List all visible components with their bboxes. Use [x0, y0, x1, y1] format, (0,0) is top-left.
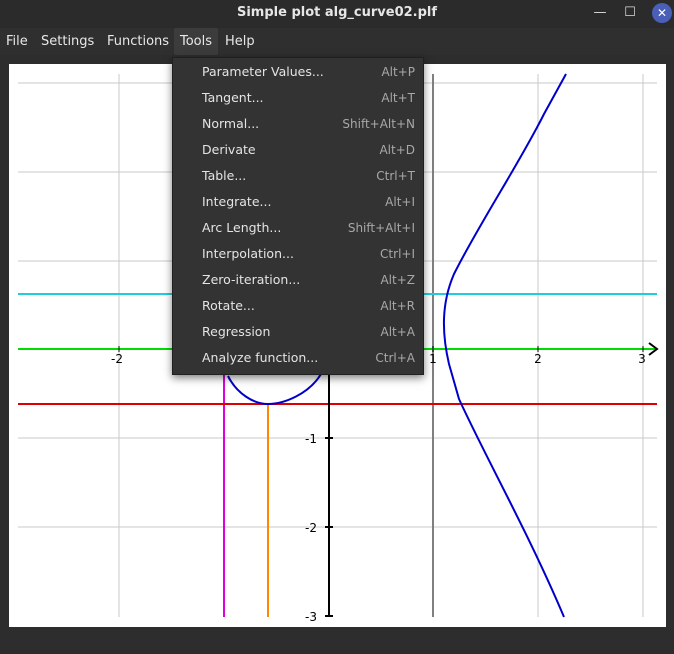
menu-item-label: Integrate...	[202, 194, 272, 209]
menu-item-label: Table...	[202, 168, 247, 183]
menu-item-zero-iteration[interactable]: Zero-iteration... Alt+Z	[173, 267, 423, 293]
menu-item-label: Arc Length...	[202, 220, 282, 235]
menu-item-shortcut: Ctrl+I	[380, 247, 415, 261]
menu-item-shortcut: Alt+T	[381, 91, 415, 105]
menu-settings[interactable]: Settings	[35, 28, 100, 55]
menu-item-tangent[interactable]: Tangent... Alt+T	[173, 85, 423, 111]
y-tick-label: -2	[305, 521, 317, 535]
menu-item-label: Analyze function...	[202, 350, 319, 365]
menu-item-interpolation[interactable]: Interpolation... Ctrl+I	[173, 241, 423, 267]
menu-item-label: Tangent...	[202, 90, 264, 105]
menu-item-shortcut: Alt+Z	[380, 273, 415, 287]
x-tick-label: -2	[111, 352, 123, 366]
menu-help[interactable]: Help	[219, 28, 261, 55]
x-tick-label: 2	[534, 352, 542, 366]
menu-item-shortcut: Ctrl+A	[375, 351, 415, 365]
menu-item-shortcut: Alt+D	[379, 143, 415, 157]
menu-item-label: Regression	[202, 324, 271, 339]
menu-item-label: Rotate...	[202, 298, 255, 313]
curve-loop	[227, 373, 322, 406]
close-button[interactable]: ✕	[652, 3, 672, 23]
y-tick-label: -1	[305, 432, 317, 446]
menu-item-shortcut: Shift+Alt+N	[342, 117, 415, 131]
menu-item-analyze-function[interactable]: Analyze function... Ctrl+A	[173, 345, 423, 371]
tools-dropdown-menu: Parameter Values... Alt+P Tangent... Alt…	[172, 57, 424, 375]
menu-item-shortcut: Alt+I	[385, 195, 415, 209]
menu-item-shortcut: Alt+A	[380, 325, 415, 339]
x-tick-label: 1	[429, 352, 437, 366]
menu-functions[interactable]: Functions	[101, 28, 175, 55]
menu-item-regression[interactable]: Regression Alt+A	[173, 319, 423, 345]
menu-item-parameter-values[interactable]: Parameter Values... Alt+P	[173, 59, 423, 85]
menu-item-shortcut: Alt+R	[380, 299, 415, 313]
x-tick-label: 3	[638, 352, 646, 366]
curve-right-branch	[442, 73, 567, 618]
menu-item-label: Zero-iteration...	[202, 272, 301, 287]
menu-item-normal[interactable]: Normal... Shift+Alt+N	[173, 111, 423, 137]
menu-item-shortcut: Ctrl+T	[376, 169, 415, 183]
menu-item-label: Derivate	[202, 142, 256, 157]
window-title: Simple plot alg_curve02.plf	[236, 5, 438, 20]
menu-item-label: Normal...	[202, 116, 260, 131]
maximize-button[interactable]: ☐	[619, 4, 641, 22]
menu-tools[interactable]: Tools	[174, 28, 219, 55]
menu-item-integrate[interactable]: Integrate... Alt+I	[173, 189, 423, 215]
menu-file[interactable]: File	[0, 28, 34, 55]
menu-item-shortcut: Alt+P	[381, 65, 415, 79]
menu-bar: File Settings Functions Tools Help	[0, 28, 674, 55]
menu-item-shortcut: Shift+Alt+I	[347, 221, 415, 235]
menu-item-rotate[interactable]: Rotate... Alt+R	[173, 293, 423, 319]
menu-item-arc-length[interactable]: Arc Length... Shift+Alt+I	[173, 215, 423, 241]
title-bar: Simple plot alg_curve02.plf — ☐ ✕	[0, 0, 674, 28]
menu-item-label: Interpolation...	[202, 246, 294, 261]
menu-item-table[interactable]: Table... Ctrl+T	[173, 163, 423, 189]
y-tick-label: -3	[305, 610, 317, 624]
minimize-button[interactable]: —	[589, 4, 611, 22]
menu-item-derivate[interactable]: Derivate Alt+D	[173, 137, 423, 163]
menu-item-label: Parameter Values...	[202, 64, 324, 79]
